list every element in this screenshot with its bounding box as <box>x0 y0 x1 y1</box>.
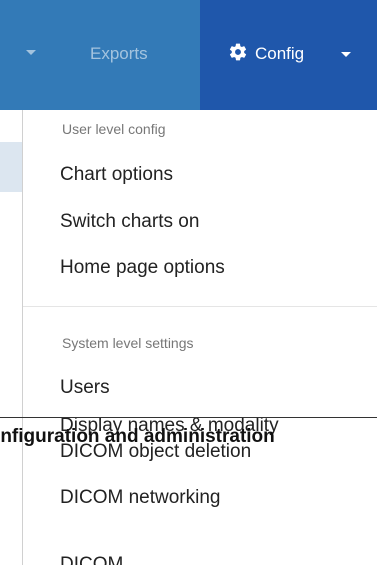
menu-item-users[interactable]: Users <box>60 376 110 400</box>
menu-item-home-page-options[interactable]: Home page options <box>60 256 225 280</box>
dropdown-header-user-level: User level config <box>62 121 166 137</box>
caret-down-icon <box>341 52 351 57</box>
menu-item-dicom[interactable]: DICOM <box>60 553 123 565</box>
menu-item-chart-options[interactable]: Chart options <box>60 163 173 187</box>
top-navbar: Exports Config <box>0 0 377 110</box>
caret-down-icon[interactable] <box>26 50 36 55</box>
dropdown-header-system-level: System level settings <box>62 335 194 351</box>
nav-exports[interactable]: Exports <box>90 43 148 65</box>
menu-item-dicom-networking[interactable]: DICOM networking <box>60 486 221 510</box>
dropdown-divider <box>23 306 377 307</box>
gear-icon <box>229 43 247 61</box>
page: Exports Config User level config Chart o… <box>0 0 377 565</box>
page-highlighted-row <box>0 142 22 192</box>
nav-config-dropdown-toggle[interactable]: Config <box>200 0 377 110</box>
menu-item-switch-charts-on[interactable]: Switch charts on <box>60 210 199 234</box>
nav-config-label: Config <box>255 44 305 63</box>
overlay-heading: Configuration and administration <box>0 426 275 447</box>
overlay-rule <box>0 417 377 418</box>
config-dropdown-menu: User level config Chart options Switch c… <box>22 110 377 565</box>
